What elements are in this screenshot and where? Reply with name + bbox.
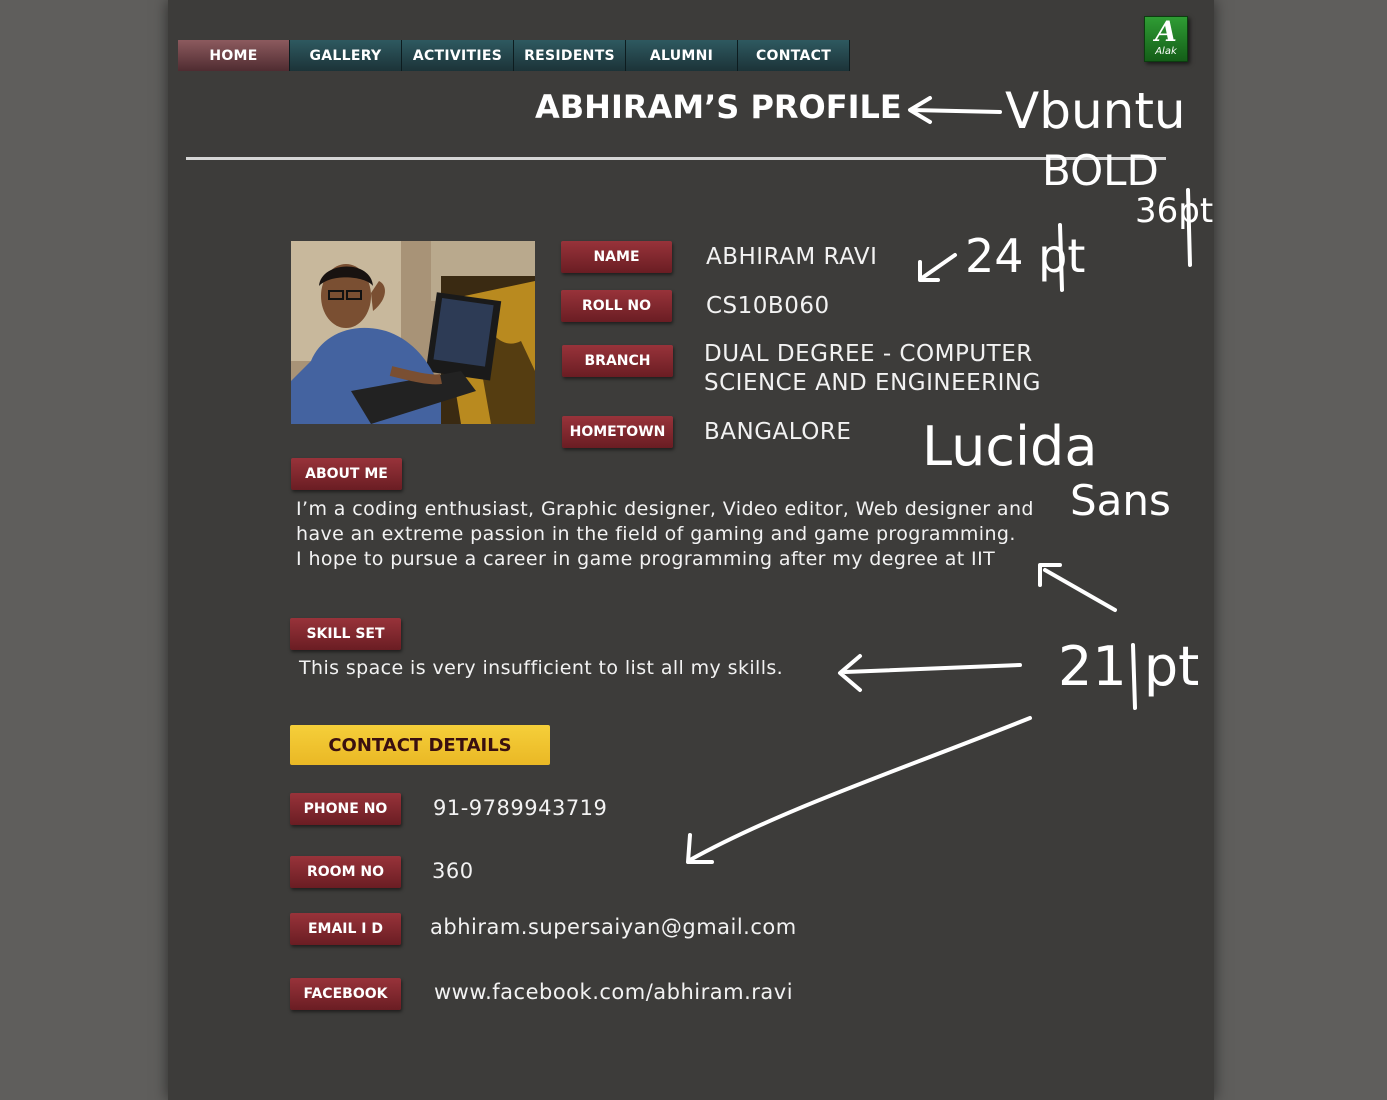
nav-gallery[interactable]: GALLERY (290, 40, 402, 71)
about-me-line: I hope to pursue a career in game progra… (296, 548, 996, 570)
facebook-value[interactable]: www.facebook.com/abhiram.ravi (434, 980, 793, 1004)
title-divider (186, 157, 1166, 160)
about-me-line: have an extreme passion in the field of … (296, 523, 1016, 545)
logo-name: Alak (1155, 46, 1177, 57)
alak-logo[interactable]: A Alak (1144, 16, 1188, 62)
about-me-line: I’m a coding enthusiast, Graphic designe… (296, 498, 1034, 520)
hometown-tag: HOMETOWN (562, 416, 673, 448)
nav-alumni[interactable]: ALUMNI (626, 40, 738, 71)
about-me-tag: ABOUT ME (291, 458, 402, 490)
nav-residents[interactable]: RESIDENTS (514, 40, 626, 71)
nav-home[interactable]: HOME (178, 40, 290, 71)
profile-page: HOME GALLERY ACTIVITIES RESIDENTS ALUMNI… (168, 0, 1214, 1100)
email-value[interactable]: abhiram.supersaiyan@gmail.com (430, 915, 797, 939)
email-tag: EMAIL I D (290, 913, 401, 945)
name-value: ABHIRAM RAVI (706, 244, 878, 270)
room-value: 360 (432, 859, 474, 883)
skill-set-text: This space is very insufficient to list … (299, 657, 784, 679)
nav-contact[interactable]: CONTACT (738, 40, 850, 71)
branch-tag: BRANCH (562, 345, 673, 377)
phone-tag: PHONE NO (290, 793, 401, 825)
phone-value: 91-9789943719 (433, 796, 608, 820)
logo-letter: A (1155, 15, 1177, 48)
hometown-value: BANGALORE (704, 419, 852, 445)
branch-value-line1: DUAL DEGREE - COMPUTER (704, 341, 1033, 367)
profile-photo (291, 241, 535, 424)
facebook-tag: FACEBOOK (290, 978, 401, 1010)
skill-set-tag: SKILL SET (290, 618, 401, 650)
roll-no-value: CS10B060 (706, 293, 830, 319)
contact-details-heading: CONTACT DETAILS (290, 725, 550, 765)
branch-value-line2: SCIENCE AND ENGINEERING (704, 370, 1041, 396)
main-nav: HOME GALLERY ACTIVITIES RESIDENTS ALUMNI… (178, 40, 850, 71)
page-title: ABHIRAM’S PROFILE (535, 88, 902, 126)
room-tag: ROOM NO (290, 856, 401, 888)
roll-no-tag: ROLL NO (561, 290, 672, 322)
nav-activities[interactable]: ACTIVITIES (402, 40, 514, 71)
name-tag: NAME (561, 241, 672, 273)
